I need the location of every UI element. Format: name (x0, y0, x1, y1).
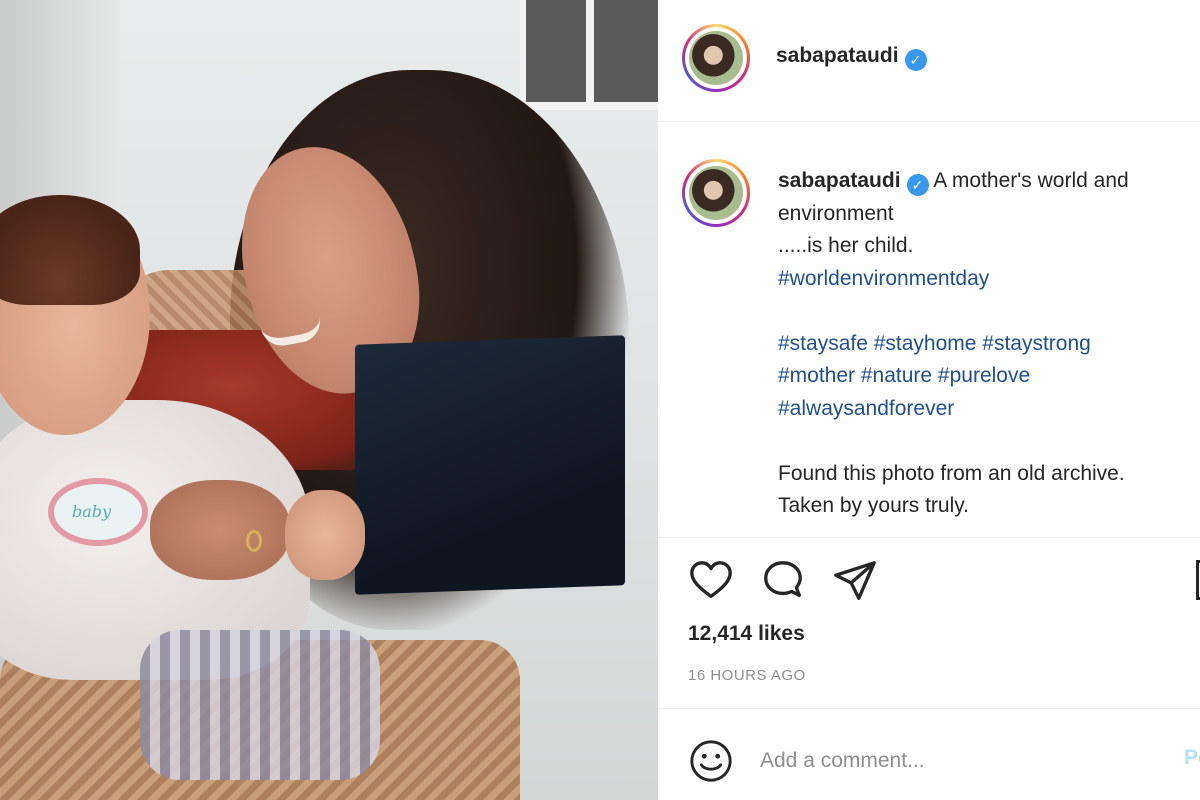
post-sidebar: sabapataudi ✓ sabapataudi ✓ A mother's wor… (658, 0, 1200, 800)
verified-badge-icon: ✓ (906, 174, 929, 196)
post-comment-button[interactable]: Post (1184, 746, 1200, 770)
avatar-image (689, 166, 743, 220)
photo-frame-glare (355, 335, 625, 595)
photo-window (520, 0, 658, 110)
header-avatar[interactable] (682, 24, 750, 92)
photo-baby-hand (285, 490, 365, 580)
photo-baby-badge: baby (48, 478, 148, 546)
hashtag-link[interactable]: #staysafe #stayhome #staystrong (778, 328, 1200, 361)
header-divider (658, 121, 1200, 122)
comment-divider (658, 708, 1200, 709)
photo-baby-pants (140, 630, 380, 780)
likes-count[interactable]: 12,414 likes (688, 622, 805, 646)
hashtag-link[interactable]: #worldenvironmentday (778, 263, 1200, 296)
caption-line: Taken by yours truly. (778, 494, 970, 517)
heart-icon[interactable] (688, 558, 734, 604)
header-username-text[interactable]: sabapataudi (776, 44, 899, 67)
caption-divider (658, 537, 1200, 538)
caption-line: A mother's world and (933, 169, 1129, 192)
photo-ring (246, 530, 262, 552)
caption-line: environment (778, 201, 894, 225)
photo-mother-hand (150, 480, 290, 580)
caption-line: Found this photo from an old archive. (778, 461, 1125, 485)
post-photo[interactable]: baby (0, 0, 658, 800)
post-caption: sabapataudi ✓ A mother's world and enviro… (778, 165, 1200, 523)
bookmark-icon[interactable] (1196, 560, 1200, 600)
photo-baby-badge-text: baby (72, 502, 112, 521)
smiley-icon[interactable] (688, 738, 734, 784)
avatar-image (689, 31, 743, 85)
header-username[interactable]: sabapataudi ✓ (776, 44, 927, 71)
caption-username[interactable]: sabapataudi (778, 169, 901, 192)
post-timestamp[interactable]: 16 HOURS AGO (688, 667, 806, 684)
comment-bubble-icon[interactable] (760, 558, 806, 604)
comment-input[interactable] (760, 745, 1140, 777)
comment-row: Post (688, 738, 1200, 784)
paper-plane-icon[interactable] (832, 558, 878, 604)
caption-avatar[interactable] (682, 159, 750, 227)
verified-badge-icon: ✓ (904, 49, 927, 71)
caption-line: .....is her child. (778, 234, 914, 257)
hashtag-link[interactable]: #alwaysandforever (778, 393, 1200, 426)
hashtag-link[interactable]: #mother #nature #purelove (778, 360, 1200, 393)
